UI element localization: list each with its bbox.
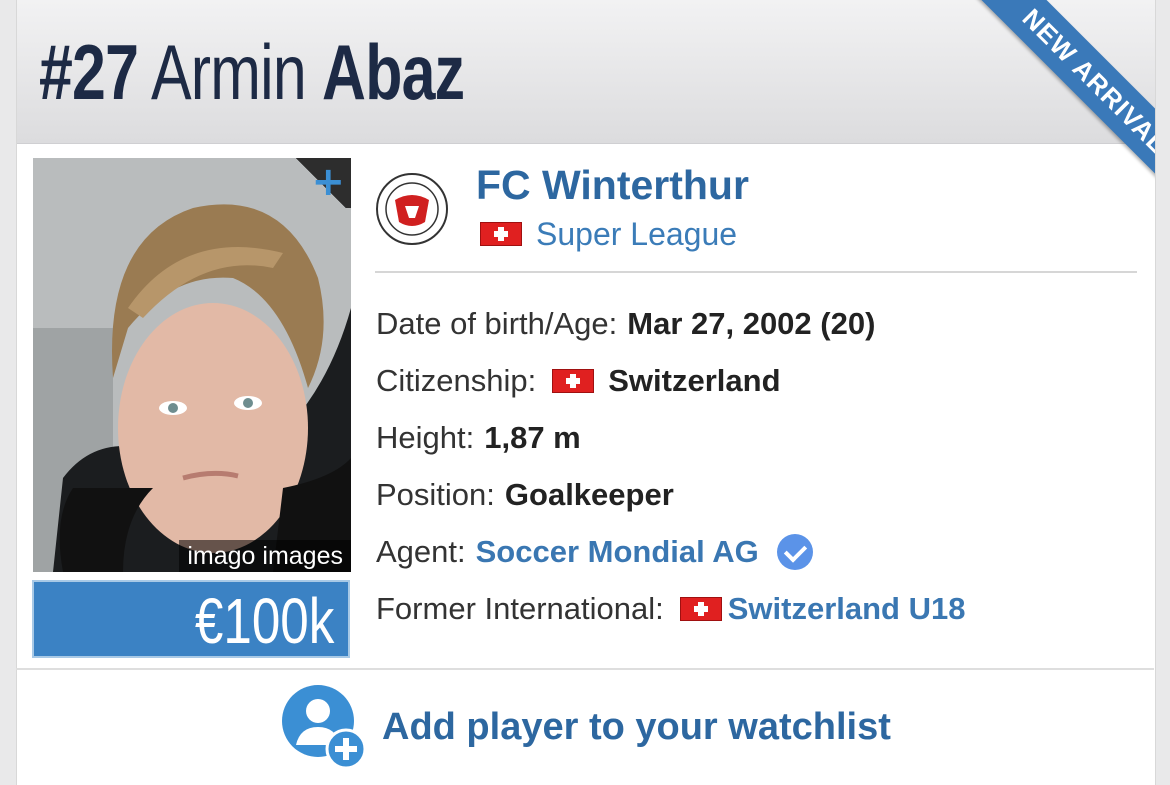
shirt-number: #27 (39, 28, 139, 116)
player-portrait-image (33, 158, 351, 572)
dob-value: Mar 27, 2002 (20) (627, 306, 876, 341)
date-of-birth-row: Date of birth/Age: Mar 27, 2002 (20) (376, 298, 875, 350)
verified-check-icon (776, 534, 813, 570)
club-crest-icon[interactable] (375, 172, 449, 246)
position-label: Position: (376, 477, 495, 512)
first-name: Armin (150, 28, 307, 116)
new-arrival-ribbon-wrap: NEW ARRIVAL (925, 0, 1155, 200)
switzerland-flag-icon (480, 222, 522, 246)
height-row: Height: 1,87 m (376, 412, 581, 464)
player-photo[interactable]: + imago images (33, 158, 351, 572)
height-value: 1,87 m (484, 420, 581, 455)
photo-credit: imago images (179, 540, 351, 572)
citizenship-label: Citizenship: (376, 363, 537, 398)
height-label: Height: (376, 420, 475, 455)
add-photo-plus-icon[interactable]: + (291, 158, 351, 208)
add-to-watchlist-button[interactable]: Add player to your watchlist (280, 683, 891, 771)
league-row[interactable]: Super League (480, 212, 737, 256)
new-arrival-ribbon: NEW ARRIVAL (965, 0, 1155, 200)
citizenship-row: Citizenship: Switzerland (376, 355, 781, 407)
club-name-link[interactable]: FC Winterthur (476, 158, 749, 212)
player-title: #27 Armin Abaz (39, 22, 465, 122)
switzerland-flag-icon (552, 369, 595, 393)
position-row: Position: Goalkeeper (376, 469, 674, 521)
dob-label: Date of birth/Age: (376, 306, 618, 341)
market-value: €100k (194, 585, 335, 657)
last-name: Abaz (322, 28, 465, 116)
former-international-row: Former International: Switzerland U18 (376, 583, 965, 635)
league-name-link[interactable]: Super League (536, 216, 737, 253)
divider (375, 271, 1137, 273)
switzerland-flag-icon (679, 597, 722, 621)
agent-row: Agent: Soccer Mondial AG (376, 526, 813, 578)
market-value-box[interactable]: €100k (32, 580, 350, 658)
former-international-label: Former International: (376, 591, 664, 626)
watchlist-label: Add player to your watchlist (382, 705, 891, 748)
add-user-icon (282, 685, 367, 770)
position-value: Goalkeeper (504, 477, 674, 512)
former-international-link[interactable]: Switzerland U18 (728, 591, 966, 627)
agent-link[interactable]: Soccer Mondial AG (476, 534, 759, 570)
citizenship-value: Switzerland (608, 363, 781, 398)
agent-label: Agent: (376, 534, 466, 569)
bottom-divider (16, 668, 1154, 670)
